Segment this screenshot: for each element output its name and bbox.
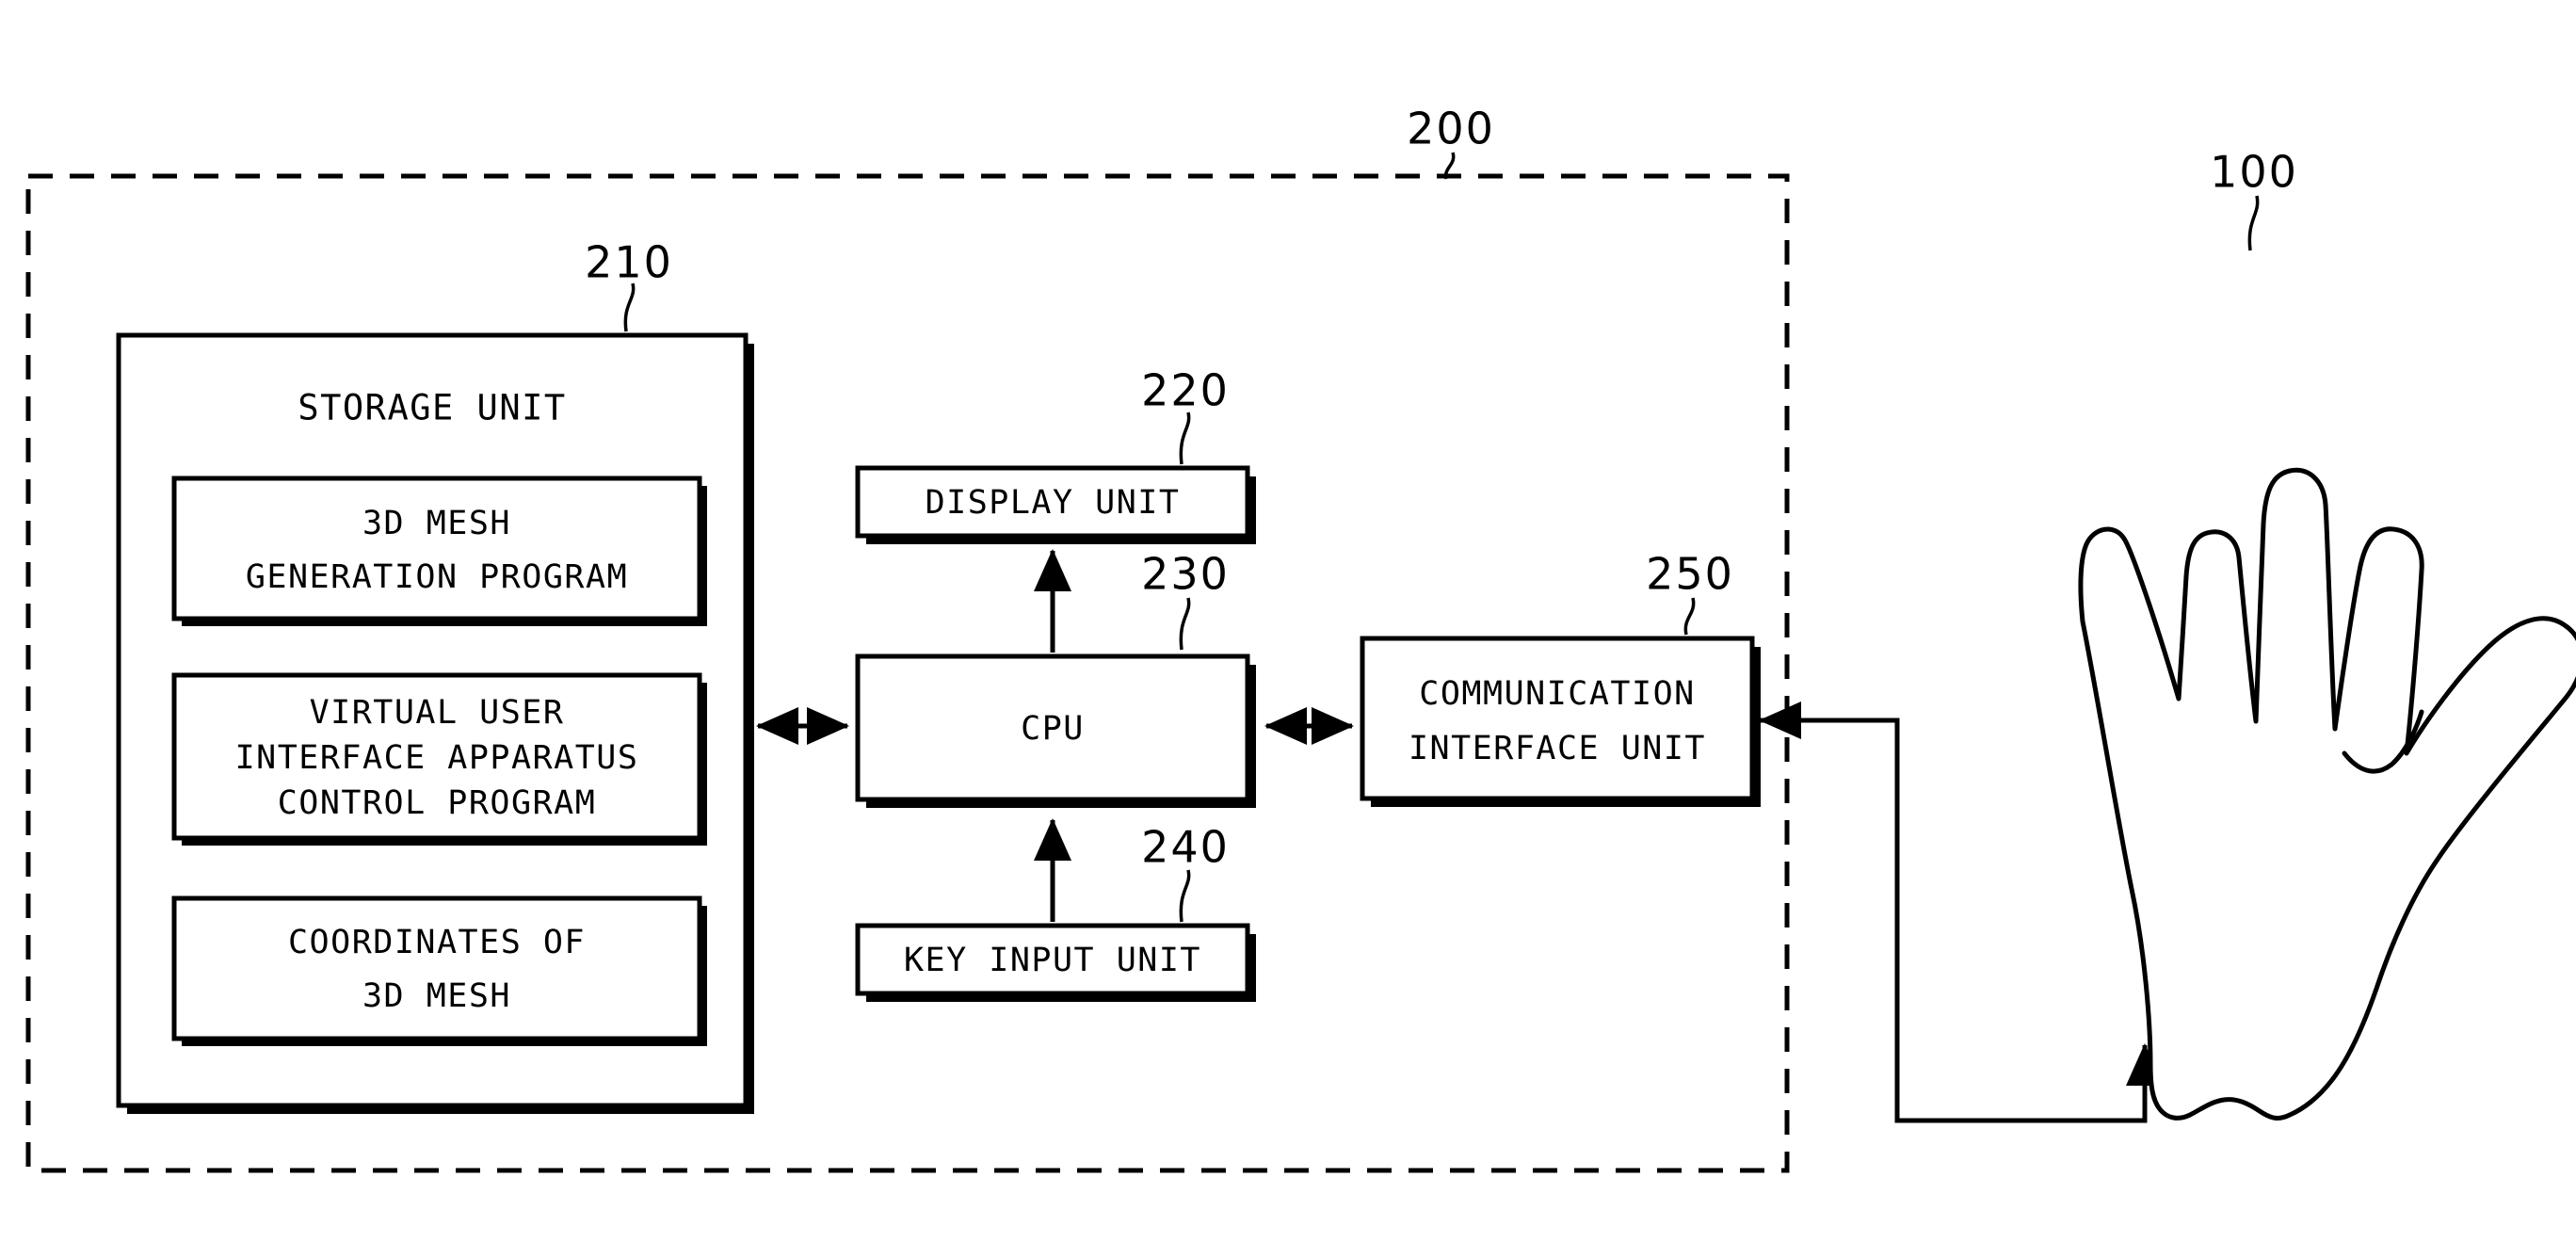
ref-number-220: 220 [1141, 365, 1230, 416]
leader-line-230 [1179, 597, 1191, 651]
ref-number-250: 250 [1646, 549, 1734, 600]
hand-illustration [2078, 467, 2576, 1121]
connector-comm-hand [1758, 702, 2164, 1123]
cpu-title: CPU [1021, 710, 1085, 748]
comm-interface-line-2: INTERFACE UNIT [1409, 730, 1706, 767]
key-input-unit-title: KEY INPUT UNIT [904, 942, 1201, 979]
storage-unit-title: STORAGE UNIT [298, 388, 566, 428]
leader-line-250 [1683, 597, 1696, 636]
patent-figure: 200 STORAGE UNIT 210 3D MESH GENERATION … [0, 0, 2576, 1258]
leader-line-220 [1179, 411, 1191, 465]
comm-interface-box [1360, 636, 1755, 801]
hand-silhouette [2078, 467, 2576, 1121]
display-unit-title: DISPLAY UNIT [926, 484, 1181, 522]
block-diagram-svg: 200 STORAGE UNIT 210 3D MESH GENERATION … [25, 104, 2576, 1173]
module-3-line-1: COORDINATES OF [288, 924, 586, 961]
ref-number-100: 100 [2210, 147, 2298, 198]
module-2-line-2: INTERFACE APPARATUS [235, 739, 639, 777]
module-3-box [171, 895, 702, 1041]
ref-number-240: 240 [1141, 822, 1230, 873]
module-1-line-1: 3D MESH [362, 505, 511, 542]
comm-interface-line-1: COMMUNICATION [1419, 675, 1695, 713]
leader-line-240 [1179, 869, 1191, 923]
module-3-line-2: 3D MESH [362, 977, 511, 1015]
ref-number-210: 210 [585, 237, 673, 288]
ref-number-230: 230 [1141, 549, 1230, 600]
module-2-line-3: CONTROL PROGRAM [278, 784, 597, 822]
module-1-line-2: GENERATION PROGRAM [246, 558, 628, 596]
leader-line-210 [623, 282, 636, 332]
module-1-box [171, 476, 702, 621]
ref-number-200: 200 [1407, 104, 1495, 154]
leader-line-100 [2247, 195, 2260, 251]
module-2-line-1: VIRTUAL USER [310, 694, 565, 732]
